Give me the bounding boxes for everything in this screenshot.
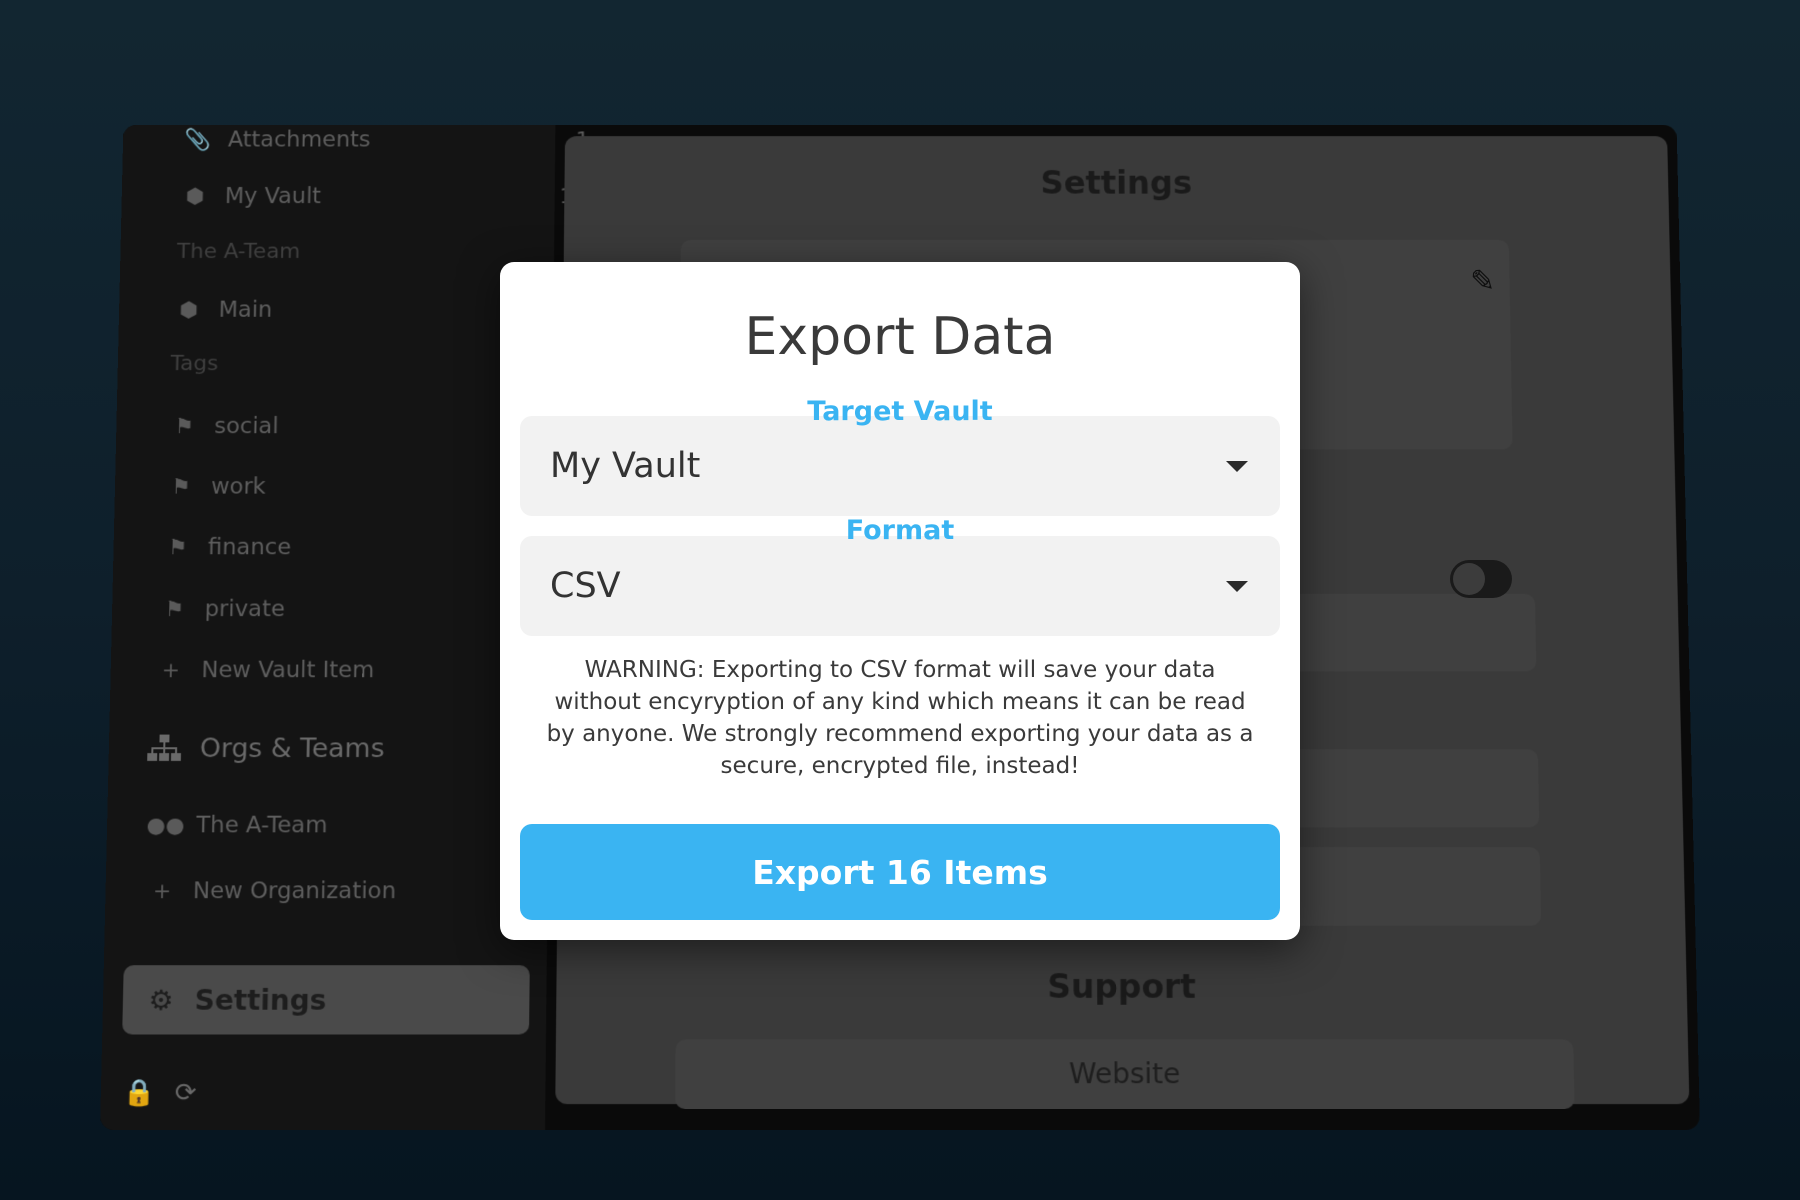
caret-down-icon <box>1226 461 1248 472</box>
org-label: The A-Team <box>196 812 328 839</box>
orgs-teams-title: Orgs & Teams <box>199 733 385 764</box>
settings-button[interactable]: ⚙ Settings <box>122 965 530 1035</box>
paperclip-icon: 📎 <box>184 128 212 152</box>
sidebar: 📎 Attachments 1 ⬢ My Vault 16 The A-Team… <box>100 124 589 1131</box>
sync-icon[interactable]: ⟳ <box>174 1078 196 1108</box>
sidebar-item-label: My Vault <box>224 184 322 209</box>
page-title: Settings <box>1040 164 1193 202</box>
new-org-label: New Organization <box>192 878 397 905</box>
gear-icon: ⚙ <box>147 983 174 1017</box>
pencil-icon[interactable]: ✎ <box>1470 264 1495 299</box>
tag-icon: ⚑ <box>170 474 191 499</box>
website-link[interactable]: Website <box>675 1039 1575 1110</box>
users-icon: ●● <box>146 813 185 838</box>
dialog-title: Export Data <box>744 307 1056 367</box>
setting-toggle[interactable] <box>1450 560 1512 598</box>
tag-icon: ⚑ <box>164 597 185 622</box>
sidebar-item-my-vault[interactable]: ⬢ My Vault 16 <box>178 174 587 219</box>
tag-label: work <box>210 474 267 500</box>
tags-header: Tags <box>170 351 219 376</box>
support-title: Support <box>1047 967 1197 1006</box>
export-dialog: Export Data My Vault Target Vault CSV Fo… <box>500 262 1300 940</box>
format-label: Format <box>845 515 955 546</box>
sidebar-item-label: Attachments <box>227 127 371 153</box>
tag-label: finance <box>207 534 292 561</box>
tag-label: private <box>204 596 286 622</box>
csv-warning-text: WARNING: Exporting to CSV format will sa… <box>546 657 1254 779</box>
sidebar-item-attachments[interactable]: 📎 Attachments 1 <box>181 125 590 163</box>
format-value: CSV <box>550 566 621 606</box>
cube-icon: ⬢ <box>185 184 205 209</box>
orgs-teams-header[interactable]: Orgs & Teams <box>144 734 385 764</box>
sitemap-icon <box>144 734 184 763</box>
target-vault-label: Target Vault <box>807 396 993 427</box>
tag-label: social <box>214 414 279 439</box>
new-vault-item-label: New Vault Item <box>201 657 375 684</box>
settings-label: Settings <box>194 983 327 1017</box>
tag-icon: ⚑ <box>167 535 188 560</box>
sidebar-item-label: Main <box>218 297 273 323</box>
lock-icon[interactable]: 🔒 <box>122 1078 155 1108</box>
target-vault-value: My Vault <box>550 446 701 486</box>
plus-icon: + <box>152 878 172 904</box>
format-select[interactable]: CSV <box>520 536 1280 636</box>
plus-icon: + <box>161 658 181 683</box>
export-button[interactable]: Export 16 Items <box>520 824 1280 920</box>
target-vault-select[interactable]: My Vault <box>520 416 1280 516</box>
team-header: The A-Team <box>176 239 301 264</box>
caret-down-icon <box>1226 581 1248 592</box>
tag-icon: ⚑ <box>174 414 194 439</box>
cube-icon: ⬢ <box>178 298 199 323</box>
